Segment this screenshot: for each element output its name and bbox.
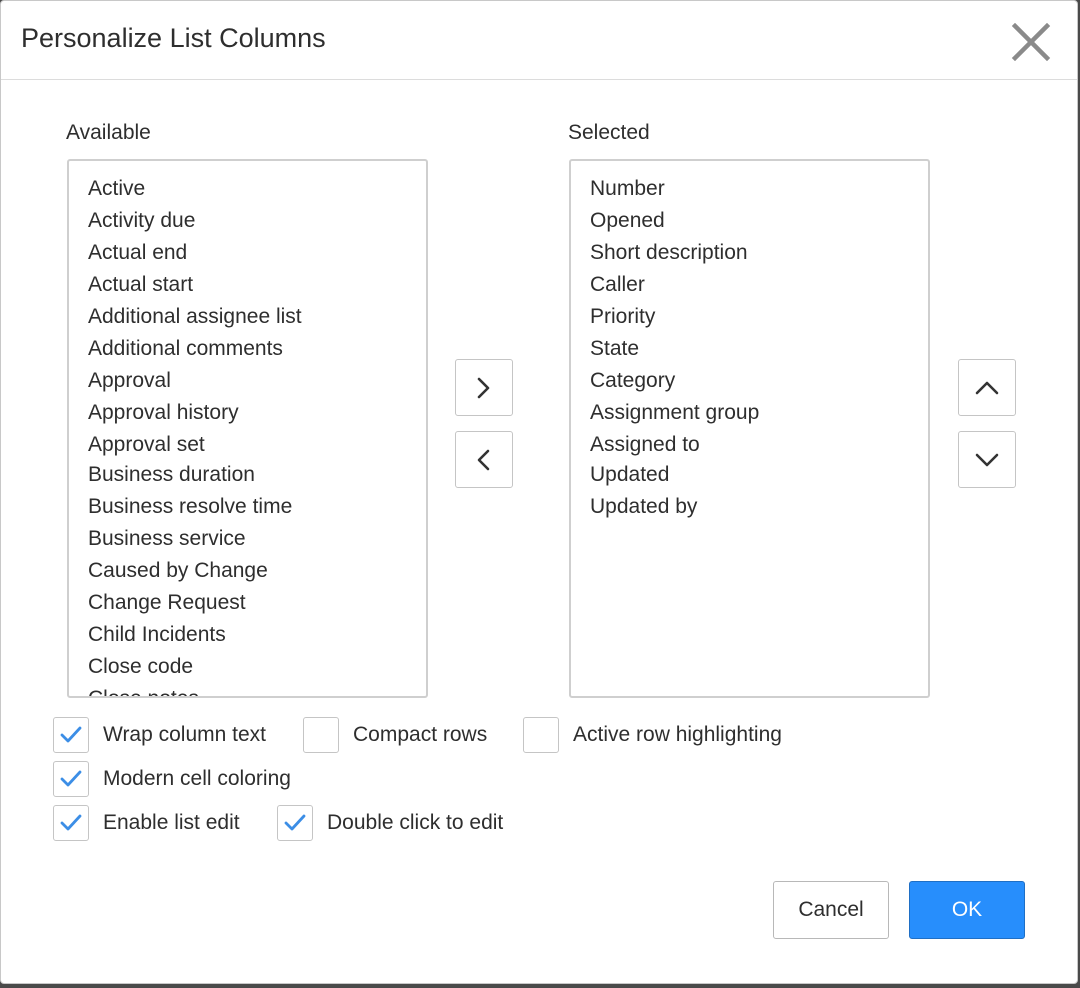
checkmark-icon: [60, 726, 82, 743]
remove-column-button[interactable]: [455, 431, 513, 488]
list-item[interactable]: Number: [590, 173, 928, 205]
enable-list-edit-option: Enable list edit: [53, 805, 240, 841]
list-item[interactable]: Additional assignee list: [88, 301, 426, 333]
selected-listbox[interactable]: Number Opened Short description Caller Prior…: [569, 159, 930, 698]
list-item[interactable]: Child Incidents: [88, 619, 426, 651]
available-listbox[interactable]: Active Activity due Actual end Actual start…: [67, 159, 428, 698]
list-item[interactable]: Short description: [590, 237, 928, 269]
compact-rows-label: Compact rows: [353, 723, 488, 746]
list-item[interactable]: Activity due: [88, 205, 426, 237]
list-item[interactable]: Additional comments: [88, 333, 426, 365]
list-item[interactable]: Business duration: [88, 459, 426, 491]
list-item[interactable]: Caller: [590, 269, 928, 301]
ok-button[interactable]: OK: [909, 881, 1025, 939]
active-row-highlighting-label: Active row highlighting: [573, 723, 782, 746]
dialog-title: Personalize List Columns: [21, 23, 326, 53]
available-label: Available: [66, 121, 151, 144]
add-column-button[interactable]: [455, 359, 513, 416]
list-item[interactable]: Priority: [590, 301, 928, 333]
list-item[interactable]: Active: [88, 173, 426, 205]
double-click-to-edit-option: Double click to edit: [277, 805, 503, 841]
list-item[interactable]: Close notes: [88, 683, 426, 696]
list-item[interactable]: Assigned to: [590, 429, 928, 461]
personalize-list-columns-dialog: Personalize List Columns Available Activ…: [0, 0, 1078, 984]
list-item[interactable]: Category: [590, 365, 928, 397]
list-item[interactable]: Actual end: [88, 237, 426, 269]
enable-list-edit-checkbox[interactable]: [53, 805, 89, 841]
active-row-highlighting-option: Active row highlighting: [523, 717, 782, 753]
modern-cell-coloring-option: Modern cell coloring: [53, 761, 291, 797]
dialog-header: Personalize List Columns: [1, 1, 1077, 80]
list-item[interactable]: Approval: [88, 365, 426, 397]
list-item[interactable]: Approval set: [88, 429, 426, 461]
modern-cell-coloring-label: Modern cell coloring: [103, 767, 291, 790]
wrap-column-text-label: Wrap column text: [103, 723, 267, 746]
cancel-button[interactable]: Cancel: [773, 881, 889, 939]
checkmark-icon: [284, 814, 306, 831]
list-item[interactable]: Opened: [590, 205, 928, 237]
close-button[interactable]: [1011, 22, 1051, 62]
list-item[interactable]: Updated by: [590, 491, 928, 523]
compact-rows-checkbox[interactable]: [303, 717, 339, 753]
list-item[interactable]: Change Request: [88, 587, 426, 619]
active-row-highlighting-checkbox[interactable]: [523, 717, 559, 753]
selected-label: Selected: [568, 121, 650, 144]
list-item[interactable]: Caused by Change: [88, 555, 426, 587]
list-item[interactable]: Business service: [88, 523, 426, 555]
list-item[interactable]: Actual start: [88, 269, 426, 301]
list-item[interactable]: State: [590, 333, 928, 365]
move-up-button[interactable]: [958, 359, 1016, 416]
chevron-right-icon: [477, 377, 490, 398]
enable-list-edit-label: Enable list edit: [103, 811, 240, 834]
compact-rows-option: Compact rows: [303, 717, 487, 753]
move-down-button[interactable]: [958, 431, 1016, 488]
list-item[interactable]: Business resolve time: [88, 491, 426, 523]
checkmark-icon: [60, 770, 82, 787]
close-icon: [1011, 22, 1051, 62]
double-click-to-edit-label: Double click to edit: [327, 811, 504, 834]
list-item[interactable]: Close code: [88, 651, 426, 683]
double-click-to-edit-checkbox[interactable]: [277, 805, 313, 841]
chevron-left-icon: [477, 449, 490, 470]
modern-cell-coloring-checkbox[interactable]: [53, 761, 89, 797]
list-item[interactable]: Updated: [590, 459, 928, 491]
chevron-down-icon: [975, 453, 999, 466]
list-item[interactable]: Approval history: [88, 397, 426, 429]
checkmark-icon: [60, 814, 82, 831]
list-item[interactable]: Assignment group: [590, 397, 928, 429]
wrap-column-text-checkbox[interactable]: [53, 717, 89, 753]
wrap-column-text-option: Wrap column text: [53, 717, 266, 753]
chevron-up-icon: [975, 381, 999, 394]
